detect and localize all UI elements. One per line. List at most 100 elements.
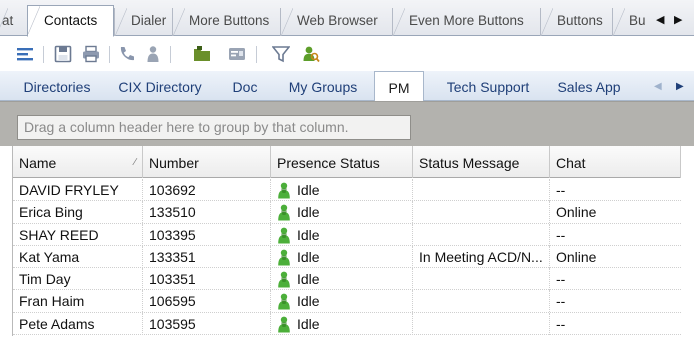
cell-presence: Idle xyxy=(271,290,413,313)
presence-label: Idle xyxy=(297,271,320,288)
cell-number: 106595 xyxy=(143,290,271,313)
presence-label: Idle xyxy=(297,293,320,310)
tab-even-more-buttons[interactable]: Even More Buttons xyxy=(392,8,540,36)
tab-buttons[interactable]: Buttons xyxy=(540,8,612,36)
tab-label: Even More Buttons xyxy=(409,13,524,28)
table-row[interactable]: DAVID FRYLEY 103692 Idle -- xyxy=(13,179,681,202)
table-row[interactable]: Fran Haim 106595 Idle -- xyxy=(13,290,681,313)
tab-tech-support[interactable]: Tech Support xyxy=(438,71,538,101)
tab-dialer[interactable]: Dialer xyxy=(114,8,172,36)
cell-status-message xyxy=(413,312,550,335)
presence-label: Idle xyxy=(297,226,320,243)
tab-bu-cut[interactable]: Bu xyxy=(612,8,650,36)
subtab-label: Doc xyxy=(232,79,258,95)
cell-chat: Online xyxy=(556,204,597,221)
cell-name: DAVID FRYLEY xyxy=(13,179,143,201)
cell-status-message xyxy=(413,179,550,201)
cell-number: 103692 xyxy=(143,179,271,201)
contacts-grid: Name ∕ Number Presence Status Status Mes… xyxy=(12,146,681,336)
column-header-label: Status Message xyxy=(419,155,520,171)
presence-person-icon xyxy=(277,316,291,333)
toolbar-separator xyxy=(256,46,257,63)
subtab-scroll-right-icon[interactable]: ▶ xyxy=(676,81,684,93)
menu-icon[interactable] xyxy=(16,45,34,63)
table-row[interactable]: Erica Bing 133510 Idle Online xyxy=(13,201,681,224)
search-person-icon[interactable] xyxy=(302,45,320,63)
sort-indicator-icon: ∕ xyxy=(134,157,136,168)
cell-presence: Idle xyxy=(271,223,413,246)
column-header-label: Number xyxy=(149,155,199,171)
tab-web-browser[interactable]: Web Browser xyxy=(280,8,392,36)
subtab-scroll-left-icon[interactable]: ◀ xyxy=(654,81,662,93)
table-row[interactable]: Pete Adams 103595 Idle -- xyxy=(13,312,681,336)
subtab-label: PM xyxy=(388,80,410,96)
print-icon[interactable] xyxy=(82,45,100,63)
cell-status-message xyxy=(413,223,550,246)
presence-label: Idle xyxy=(297,248,320,265)
presence-person-icon xyxy=(277,204,291,221)
filter-icon[interactable] xyxy=(271,45,291,63)
subtab-label: Directories xyxy=(23,79,91,95)
cell-presence: Idle xyxy=(271,245,413,268)
tab-scroll-left-icon[interactable]: ◀ xyxy=(656,12,664,28)
presence-person-icon xyxy=(277,249,291,266)
tab-pm[interactable]: PM xyxy=(374,71,424,102)
cell-status-message xyxy=(413,201,550,224)
directory-tab-strip: Directories CIX Directory Doc My Groups … xyxy=(0,71,694,102)
presence-icon[interactable] xyxy=(144,45,162,63)
toolbar-separator xyxy=(170,46,171,63)
tab-cut-label: at xyxy=(2,13,14,28)
grid-header: Name ∕ Number Presence Status Status Mes… xyxy=(13,146,681,178)
grid-rows: DAVID FRYLEY 103692 Idle -- Erica Bing 133510… xyxy=(13,179,681,336)
column-header-presence-status[interactable]: Presence Status xyxy=(271,146,413,178)
column-header-label: Presence Status xyxy=(277,155,380,171)
column-header-chat[interactable]: Chat xyxy=(550,146,681,178)
cell-name: Erica Bing xyxy=(13,201,143,224)
table-row[interactable]: Tim Day 103351 Idle -- xyxy=(13,268,681,291)
folder-icon[interactable] xyxy=(193,45,211,63)
column-header-label: Name xyxy=(19,155,57,171)
tab-label: Bu xyxy=(629,13,646,28)
card-icon[interactable] xyxy=(228,45,246,63)
phone-icon[interactable] xyxy=(118,45,136,63)
presence-label: Idle xyxy=(297,204,320,221)
save-icon[interactable] xyxy=(54,45,72,63)
subtab-label: Sales App xyxy=(557,79,621,95)
tab-cix-directory[interactable]: CIX Directory xyxy=(112,71,208,101)
cell-chat: -- xyxy=(556,315,566,332)
column-header-status-message[interactable]: Status Message xyxy=(413,146,550,178)
tab-sales-app[interactable]: Sales App xyxy=(550,71,628,101)
tab-my-groups[interactable]: My Groups xyxy=(282,71,364,101)
tab-more-buttons[interactable]: More Buttons xyxy=(172,8,280,36)
cell-presence: Idle xyxy=(271,268,413,291)
tab-label: Buttons xyxy=(557,13,603,28)
toolbar-separator xyxy=(109,46,110,63)
presence-person-icon xyxy=(277,271,291,288)
cell-name: Kat Yama xyxy=(13,245,143,268)
column-header-label: Chat xyxy=(556,155,586,171)
cell-presence: Idle xyxy=(271,179,413,201)
table-row[interactable]: SHAY REED 103395 Idle -- xyxy=(13,223,681,246)
tab-label: Contacts xyxy=(44,13,98,28)
cell-number: 103595 xyxy=(143,312,271,335)
tab-label: Web Browser xyxy=(297,13,378,28)
table-row[interactable]: Kat Yama 133351 Idle In Meeting ACD/N... Onl… xyxy=(13,245,681,269)
tab-scroll-right-icon[interactable]: ▶ xyxy=(674,12,682,28)
presence-person-icon xyxy=(277,293,291,310)
presence-person-icon xyxy=(277,227,291,244)
cell-number: 133351 xyxy=(143,245,271,268)
cell-name: Tim Day xyxy=(13,268,143,291)
tab-directories[interactable]: Directories xyxy=(14,71,100,101)
cell-name: SHAY REED xyxy=(13,223,143,246)
group-by-panel[interactable]: Drag a column header here to group by th… xyxy=(0,101,694,146)
column-header-number[interactable]: Number xyxy=(143,146,271,178)
toolbar xyxy=(0,37,694,71)
tab-cut-off[interactable]: at xyxy=(0,8,26,36)
column-header-name[interactable]: Name ∕ xyxy=(13,146,143,178)
tab-doc[interactable]: Doc xyxy=(224,71,266,101)
subtab-label: Tech Support xyxy=(446,79,530,95)
tab-contacts[interactable]: Contacts xyxy=(27,5,114,37)
cell-chat: -- xyxy=(556,226,566,243)
cell-status-message xyxy=(413,268,550,291)
cell-chat: -- xyxy=(556,182,566,198)
